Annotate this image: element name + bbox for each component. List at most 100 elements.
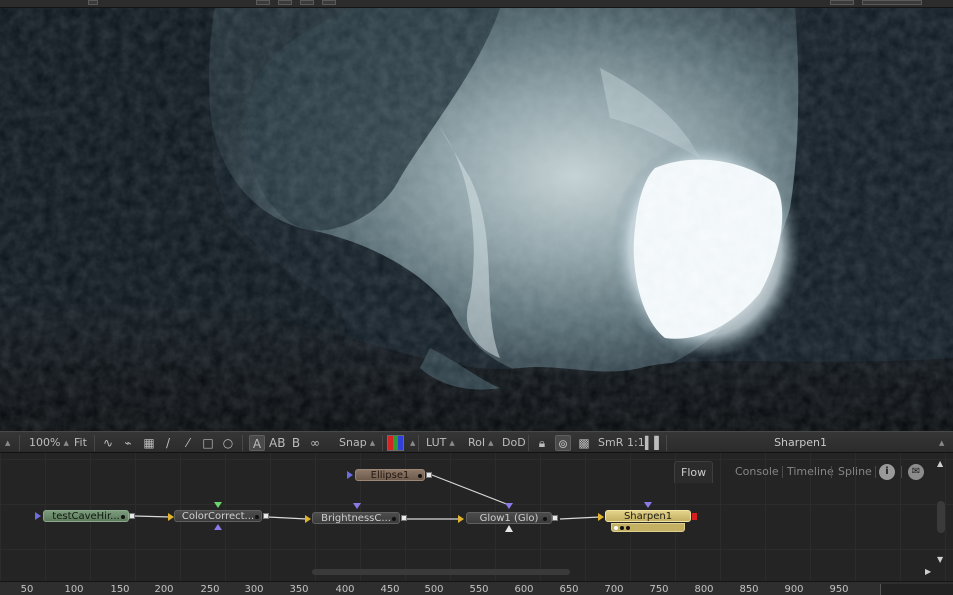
node-output-port[interactable] [692, 513, 697, 520]
node-output-port[interactable] [426, 472, 432, 478]
scroll-thumb[interactable] [937, 501, 945, 533]
node-input-arrow [214, 502, 222, 508]
toolbar-button[interactable] [830, 0, 854, 5]
node-input-arrow [35, 512, 41, 520]
ruler-tick: 550 [469, 584, 489, 595]
view-a-button[interactable]: A [249, 435, 265, 451]
node-dot [418, 474, 422, 478]
ruler-tick: 450 [380, 584, 400, 595]
ruler-tick: 600 [514, 584, 534, 595]
node-glow-label: Glow1 (Glo) [479, 513, 539, 524]
snap-label: Snap [339, 436, 367, 449]
separator [666, 435, 667, 451]
dod-button[interactable]: DoD [502, 436, 526, 450]
node-brightness-label: BrightnessC... [321, 513, 391, 524]
node-ellipse-label: Ellipse1 [370, 470, 410, 481]
node-glow[interactable]: Glow1 (Glo) [466, 512, 552, 524]
comment-icon[interactable]: ✉︎ [908, 464, 924, 480]
node-ellipse[interactable]: Ellipse1 [355, 469, 425, 481]
checker-icon[interactable]: ▦ [141, 435, 157, 451]
lock-icon[interactable]: 🔒︎ [534, 435, 550, 451]
node-input-arrow [458, 515, 464, 523]
node-dot [255, 515, 259, 519]
fit-button[interactable]: Fit [74, 436, 87, 450]
viewer-title: Sharpen1 [774, 436, 827, 449]
swirl-icon[interactable]: ⊚ [555, 435, 571, 451]
snap-icon[interactable]: ∞ [307, 435, 323, 451]
one-to-one-button[interactable]: 1:1 [627, 436, 645, 450]
channel-selector[interactable] [387, 435, 404, 451]
image-viewer[interactable] [0, 8, 953, 431]
toolbar-button[interactable] [862, 0, 922, 5]
node-sharpen-preview-strip [611, 523, 685, 532]
roi-dropdown[interactable]: RoI ▲ [468, 436, 494, 450]
node-sharpen[interactable]: Sharpen1 [605, 510, 691, 522]
toolbar-menu-caret[interactable]: ▲ [936, 436, 944, 450]
view-ab-button[interactable]: AB [269, 435, 285, 451]
top-toolbar-strip [0, 0, 953, 8]
node-input-arrow [598, 513, 604, 521]
view-b-button[interactable]: B [288, 435, 304, 451]
node-mask-arrow [505, 525, 513, 532]
flow-tabs: Flow Console Timeline Spline i ✉︎ [670, 461, 934, 483]
scroll-right-icon[interactable]: ▶ [925, 567, 931, 576]
roi-label: RoI [468, 436, 486, 449]
separator [19, 435, 20, 451]
node-output-port[interactable] [263, 513, 269, 519]
toolbar-button[interactable] [278, 0, 292, 5]
histogram-icon[interactable]: ▍▌ [645, 435, 663, 451]
curve-icon[interactable]: ∿ [100, 435, 116, 451]
ruler-tick: 50 [20, 584, 34, 595]
ruler-tick: 350 [289, 584, 309, 595]
separator [901, 466, 902, 478]
tab-spline[interactable]: Spline [832, 461, 878, 483]
smr-button[interactable]: SmR [598, 436, 623, 450]
toolbar-button[interactable] [88, 0, 98, 5]
pen-icon[interactable]: / [160, 435, 176, 451]
ruler-field[interactable] [880, 584, 953, 595]
ruler-tick: 750 [649, 584, 669, 595]
snap-dropdown[interactable]: Snap ▲ [339, 436, 375, 450]
node-loader[interactable]: testCaveHir... [43, 510, 129, 522]
grid-icon[interactable]: ▩ [576, 435, 592, 451]
time-ruler[interactable]: 50 100 150 200 250 300 350 400 450 500 5… [0, 581, 953, 595]
toolbar-button[interactable] [256, 0, 270, 5]
channel-caret[interactable]: ▲ [407, 436, 415, 450]
toolbar-button[interactable] [322, 0, 336, 5]
tab-console[interactable]: Console [729, 461, 785, 483]
ruler-tick: 900 [784, 584, 804, 595]
scroll-down-icon[interactable]: ▼ [937, 555, 943, 564]
wand-icon[interactable]: ⁄ [180, 435, 196, 451]
flow-vertical-scrollbar[interactable]: ▲ ▼ [935, 459, 949, 567]
polyline-icon[interactable]: ⌁ [120, 435, 136, 451]
node-loader-label: testCaveHir... [52, 511, 120, 522]
separator [382, 435, 383, 451]
node-dot [543, 517, 547, 521]
node-colorcorrect[interactable]: ColorCorrect... [174, 510, 262, 522]
node-input-arrow [644, 502, 652, 508]
node-output-port[interactable] [552, 515, 558, 521]
flow-horizontal-scrollbar[interactable] [312, 569, 570, 575]
rect-icon[interactable]: □ [200, 435, 216, 451]
toolbar-caret[interactable]: ▲ [2, 436, 10, 450]
zoom-dropdown[interactable]: 100% ▲ [29, 436, 69, 450]
separator [94, 435, 95, 451]
scroll-up-icon[interactable]: ▲ [937, 459, 943, 468]
node-input-arrow [305, 515, 311, 523]
toolbar-button[interactable] [300, 0, 314, 5]
viewer-toolbar: ▲ 100% ▲ Fit ∿ ⌁ ▦ / ⁄ □ ○ A AB B ∞ Snap ▲… [0, 431, 953, 453]
info-icon[interactable]: i [879, 464, 895, 480]
tab-flow[interactable]: Flow [674, 461, 714, 483]
ruler-tick: 250 [200, 584, 220, 595]
ruler-tick: 500 [424, 584, 444, 595]
circle-icon[interactable]: ○ [220, 435, 236, 451]
lut-dropdown[interactable]: LUT ▲ [426, 436, 455, 450]
node-output-port[interactable] [401, 515, 407, 521]
ruler-tick: 200 [154, 584, 174, 595]
separator [418, 435, 419, 451]
ruler-tick: 100 [64, 584, 84, 595]
cave-image [0, 8, 953, 431]
node-output-port[interactable] [129, 513, 135, 519]
separator [242, 435, 243, 451]
node-brightness[interactable]: BrightnessC... [312, 512, 400, 524]
